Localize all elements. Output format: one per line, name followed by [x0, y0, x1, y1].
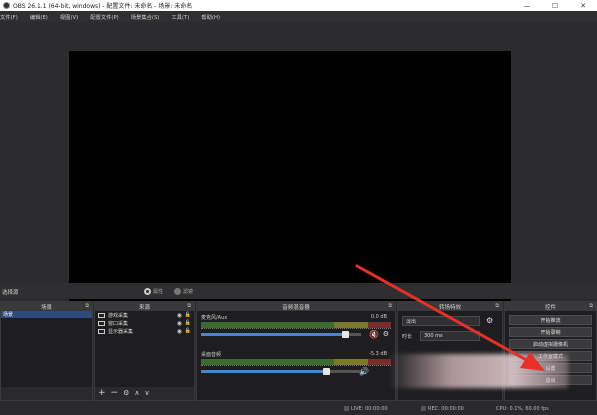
audio-mixer-header: 音频混音器 ⧉	[197, 302, 395, 311]
muted-speaker-icon[interactable]: 🔇	[369, 330, 379, 339]
volume-slider-track	[326, 370, 361, 373]
source-item[interactable]: 显示器采集 ◉ 🔓	[95, 327, 194, 335]
sources-toolbar: + − ⚙ ∧ ∨	[95, 387, 194, 400]
gamepad-icon	[98, 312, 105, 318]
window-icon	[98, 320, 105, 326]
rec-indicator-icon	[421, 406, 426, 411]
start-streaming-button[interactable]: 开始推流	[509, 315, 592, 325]
live-status: LIVE: 00:00:00	[344, 406, 388, 412]
speaker-icon[interactable]: 🔊	[359, 367, 369, 376]
eye-icon[interactable]: ◉	[177, 320, 182, 327]
add-source-icon[interactable]: +	[98, 389, 106, 398]
duration-input[interactable]: 300 ms	[420, 331, 480, 341]
eye-icon[interactable]: ◉	[177, 328, 182, 335]
volume-slider-knob[interactable]	[342, 331, 349, 338]
transitions-header: 转场特效 ⧉	[398, 302, 502, 311]
properties-button[interactable]: 属性	[144, 287, 163, 296]
sources-dock: 来源 ⧉ 游戏采集 ◉ 🔓 窗口采集 ◉ 🔓 显示器采集 ◉ 🔓 + − ⚙ ∧…	[94, 301, 195, 401]
undock-icon[interactable]: ⧉	[388, 303, 392, 309]
channel-db: 0.0 dB	[370, 314, 387, 320]
undock-icon[interactable]: ⧉	[589, 303, 593, 309]
remove-source-icon[interactable]: −	[111, 389, 119, 398]
lock-icon[interactable]: 🔓	[185, 328, 191, 334]
preview-canvas[interactable]	[69, 51, 511, 301]
transition-type-select[interactable]: 淡出	[402, 316, 480, 326]
live-indicator-icon	[344, 406, 349, 411]
menu-scene-collection[interactable]: 场景集合(S)	[131, 13, 160, 21]
eye-icon[interactable]: ◉	[177, 312, 182, 319]
menu-edit[interactable]: 编辑(E)	[30, 13, 48, 21]
mixer-channel-desktop: 桌面音频 -5.3 dB 🔊	[201, 351, 391, 381]
channel-name: 桌面音频	[201, 352, 222, 358]
watermark-overlay	[388, 354, 568, 388]
volume-slider-fill	[201, 370, 326, 373]
move-up-icon[interactable]: ∧	[134, 389, 139, 398]
window-title: OBS 26.1.1 (64-bit, windows) - 配置文件: 未命名…	[13, 3, 193, 10]
duration-label: 时长	[402, 333, 413, 340]
gear-icon[interactable]: ⚙	[383, 330, 389, 338]
mixer-channel-mic: 麦克风/Aux 0.0 dB 🔇 ⚙	[201, 314, 391, 344]
channel-db: -5.3 dB	[369, 351, 387, 357]
move-down-icon[interactable]: ∨	[145, 389, 150, 398]
sources-list: 游戏采集 ◉ 🔓 窗口采集 ◉ 🔓 显示器采集 ◉ 🔓	[95, 311, 194, 387]
maximize-button[interactable]: ☐	[541, 0, 569, 11]
menu-bar: 文件(F) 编辑(E) 视图(V) 配置文件(P) 场景集合(S) 工具(T) …	[0, 11, 597, 22]
gear-icon[interactable]: ⚙	[486, 316, 493, 325]
menu-tools[interactable]: 工具(T)	[171, 13, 189, 21]
rec-status: REC: 00:00:00	[421, 406, 464, 412]
menu-file[interactable]: 文件(F)	[0, 13, 18, 21]
scenes-dock: 场景 ⧉ 场景	[0, 301, 93, 401]
start-recording-button[interactable]: 开始录制	[509, 327, 592, 337]
obs-logo-icon	[3, 2, 10, 9]
scenes-dock-header: 场景 ⧉	[1, 302, 92, 311]
context-bar: 选择源 属性 滤镜	[0, 283, 597, 299]
preview-area	[0, 22, 597, 301]
source-item[interactable]: 游戏采集 ◉ 🔓	[95, 311, 194, 319]
minimize-button[interactable]: —	[513, 0, 541, 11]
source-item[interactable]: 窗口采集 ◉ 🔓	[95, 319, 194, 327]
title-bar: OBS 26.1.1 (64-bit, windows) - 配置文件: 未命名…	[0, 0, 597, 11]
no-source-selected-label: 选择源	[2, 290, 19, 296]
undock-icon[interactable]: ⧉	[85, 303, 89, 309]
filters-button[interactable]: 滤镜	[174, 287, 193, 296]
volume-slider-fill	[201, 333, 345, 336]
start-virtual-camera-button[interactable]: 启动虚拟摄像机	[509, 339, 592, 349]
scene-item[interactable]: 场景	[1, 311, 92, 318]
scenes-list: 场景	[1, 311, 92, 387]
status-bar: LIVE: 00:00:00 REC: 00:00:00 CPU: 0.1%, …	[0, 403, 597, 415]
cpu-status: CPU: 0.1%, 60.00 fps	[496, 406, 549, 412]
undock-icon[interactable]: ⧉	[187, 303, 191, 309]
lock-icon[interactable]: 🔓	[185, 312, 191, 318]
source-properties-gear-icon[interactable]: ⚙	[123, 389, 129, 398]
lock-icon[interactable]: 🔓	[185, 320, 191, 326]
gear-icon	[144, 288, 151, 295]
sources-dock-header: 来源 ⧉	[95, 302, 194, 311]
mixer-body: 麦克风/Aux 0.0 dB 🔇 ⚙ 桌面音频 -5.3 dB 🔊	[197, 311, 395, 400]
menu-profile[interactable]: 配置文件(P)	[90, 13, 119, 21]
controls-header: 控件 ⧉	[505, 302, 596, 311]
filter-icon	[174, 288, 181, 295]
channel-name: 麦克风/Aux	[201, 315, 228, 321]
menu-help[interactable]: 帮助(H)	[201, 13, 220, 21]
scenes-toolbar	[1, 387, 92, 400]
monitor-icon	[98, 328, 105, 334]
volume-slider-knob[interactable]	[323, 368, 330, 375]
audio-mixer-dock: 音频混音器 ⧉ 麦克风/Aux 0.0 dB 🔇 ⚙ 桌面音频 -5.3 dB …	[196, 301, 396, 401]
undock-icon[interactable]: ⧉	[495, 303, 499, 309]
meter-ticks	[201, 328, 391, 331]
menu-view[interactable]: 视图(V)	[60, 13, 78, 21]
close-button[interactable]: ✕	[569, 0, 597, 11]
